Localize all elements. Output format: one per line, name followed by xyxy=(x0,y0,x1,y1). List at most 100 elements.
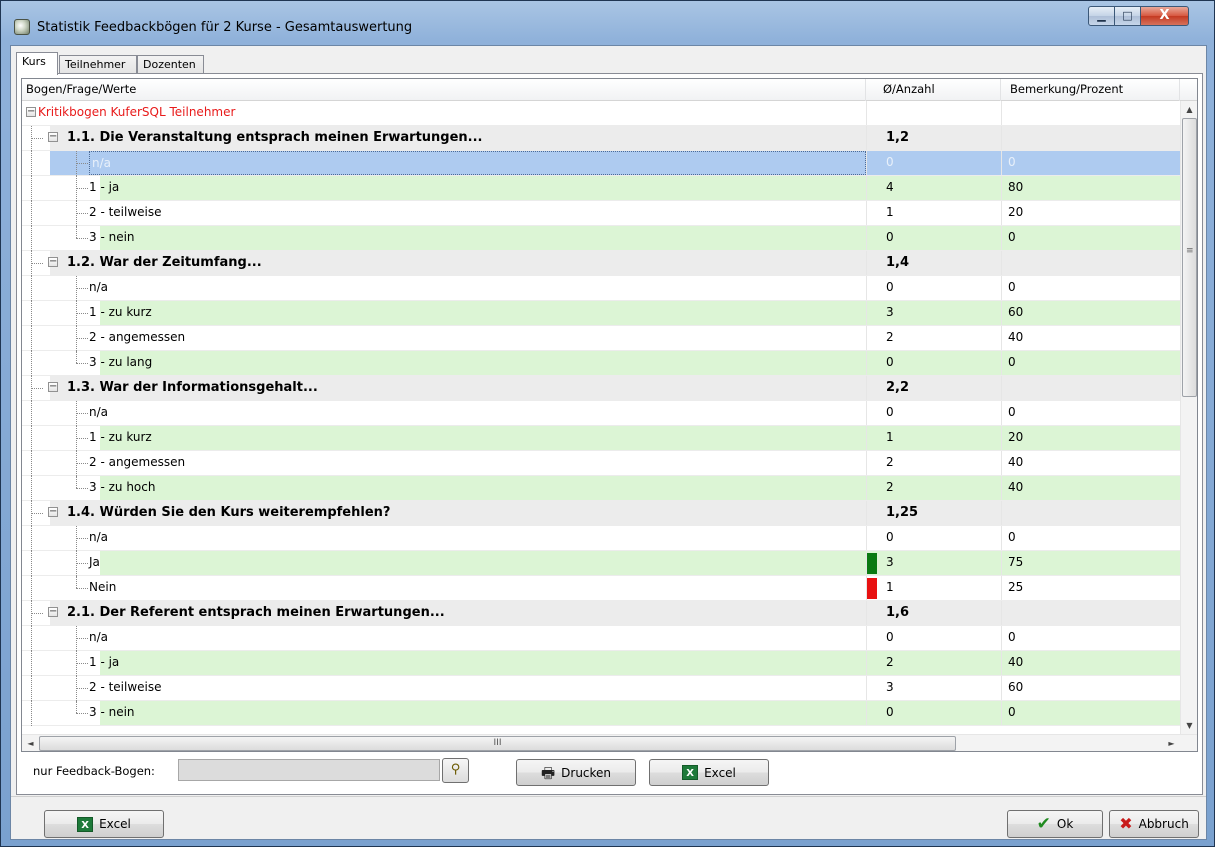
collapse-icon[interactable]: − xyxy=(48,382,58,392)
answer-row[interactable]: n/a 0 0 xyxy=(22,151,1180,176)
tree-root-row[interactable]: − Kritikbogen KuferSQL Teilnehmer xyxy=(22,101,1180,126)
value-text: 0 xyxy=(886,630,894,644)
answer-label: 2 - teilweise xyxy=(89,205,162,219)
collapse-icon[interactable]: − xyxy=(48,132,58,142)
answer-row[interactable]: n/a 0 0 xyxy=(22,276,1180,301)
percent-cell xyxy=(1001,251,1180,275)
value-text: 3 xyxy=(886,555,894,569)
question-row[interactable]: −1.3. War der Informationsgehalt... 2,2 xyxy=(22,376,1180,401)
answer-row[interactable]: 2 - angemessen 2 40 xyxy=(22,326,1180,351)
answer-row[interactable]: n/a 0 0 xyxy=(22,526,1180,551)
answer-row[interactable]: 3 - zu lang 0 0 xyxy=(22,351,1180,376)
answer-row[interactable]: 3 - zu hoch 2 40 xyxy=(22,476,1180,501)
value-cell: 1 xyxy=(866,201,1001,225)
label-cell: Ja xyxy=(22,551,866,576)
label-cell: n/a xyxy=(22,626,866,651)
tree-line xyxy=(76,563,88,564)
ok-button[interactable]: ✔ Ok xyxy=(1007,810,1103,838)
collapse-icon[interactable]: − xyxy=(48,257,58,267)
tree-line xyxy=(31,201,32,226)
tree-line xyxy=(31,151,32,176)
tab-teilnehmer[interactable]: Teilnehmer xyxy=(59,55,137,74)
answer-row[interactable]: n/a 0 0 xyxy=(22,401,1180,426)
close-button[interactable]: X xyxy=(1140,6,1189,26)
collapse-icon[interactable]: − xyxy=(26,107,36,117)
grid-rows: − Kritikbogen KuferSQL Teilnehmer −1.1. … xyxy=(22,101,1180,734)
percent-cell: 20 xyxy=(1001,201,1180,225)
column-header-prozent[interactable]: Bemerkung/Prozent xyxy=(1001,79,1180,101)
tree-line xyxy=(31,176,32,201)
scroll-left-icon[interactable]: ◄ xyxy=(22,735,39,751)
scroll-down-icon[interactable]: ▼ xyxy=(1181,717,1197,734)
answer-label: 1 - ja xyxy=(89,655,120,669)
tree-line xyxy=(31,701,32,726)
label-cell: 2 - angemessen xyxy=(22,326,866,351)
tree-line xyxy=(31,576,32,601)
value-cell: 1 xyxy=(866,426,1001,450)
answer-row[interactable]: 1 - ja 4 80 xyxy=(22,176,1180,201)
horizontal-scrollbar[interactable]: ◄ III ► xyxy=(22,734,1197,751)
vertical-scrollbar[interactable]: ▲ ≡ ▼ xyxy=(1180,101,1197,734)
label-cell: 1 - zu kurz xyxy=(22,301,866,326)
answer-row[interactable]: 2 - teilweise 1 20 xyxy=(22,201,1180,226)
percent-cell: 80 xyxy=(1001,176,1180,200)
tab-dozenten[interactable]: Dozenten xyxy=(137,55,204,74)
minimize-button[interactable]: ▁ xyxy=(1088,6,1115,26)
answer-row[interactable]: 1 - ja 2 40 xyxy=(22,651,1180,676)
column-header-bogen[interactable]: Bogen/Frage/Werte xyxy=(22,79,866,101)
tree-line xyxy=(31,138,43,139)
statistics-tree-grid[interactable]: Bogen/Frage/Werte Ø/Anzahl Bemerkung/Pro… xyxy=(21,78,1198,752)
pick-bogen-button[interactable]: ⚲ xyxy=(442,758,469,783)
answer-row[interactable]: Ja 3 75 xyxy=(22,551,1180,576)
tab-panel-kurs: Bogen/Frage/Werte Ø/Anzahl Bemerkung/Pro… xyxy=(16,73,1203,795)
scroll-up-icon[interactable]: ▲ xyxy=(1181,101,1197,118)
percent-cell: 0 xyxy=(1001,226,1180,250)
question-row[interactable]: −2.1. Der Referent entsprach meinen Erwa… xyxy=(22,601,1180,626)
answer-row[interactable]: 3 - nein 0 0 xyxy=(22,701,1180,726)
value-text: 2,2 xyxy=(886,380,910,395)
percent-cell: 40 xyxy=(1001,476,1180,500)
percent-cell: 0 xyxy=(1001,626,1180,650)
footer-excel-button[interactable]: X Excel xyxy=(44,810,164,838)
title-bar[interactable]: Statistik Feedbackbögen für 2 Kurse - Ge… xyxy=(1,1,1214,43)
tree-line xyxy=(31,651,32,676)
feedback-bogen-field[interactable] xyxy=(178,759,440,781)
answer-label: Ja xyxy=(89,555,100,569)
value-text: 2 xyxy=(886,455,894,469)
value-cell: 1,4 xyxy=(866,251,1001,275)
answer-row[interactable]: 2 - teilweise 3 60 xyxy=(22,676,1180,701)
export-excel-button[interactable]: X Excel xyxy=(649,759,769,786)
horizontal-scroll-thumb[interactable]: III xyxy=(39,736,956,751)
answer-row[interactable]: 1 - zu kurz 1 20 xyxy=(22,426,1180,451)
answer-row[interactable]: 3 - nein 0 0 xyxy=(22,226,1180,251)
tree-line xyxy=(76,463,88,464)
label-cell: 2 - teilweise xyxy=(22,201,866,226)
cancel-button-label: Abbruch xyxy=(1138,817,1189,831)
print-button-label: Drucken xyxy=(561,765,612,780)
vertical-scroll-thumb[interactable]: ≡ xyxy=(1182,118,1197,397)
tab-kurs[interactable]: Kurs xyxy=(16,52,58,75)
column-header-anzahl[interactable]: Ø/Anzahl xyxy=(866,79,1001,101)
percent-cell: 0 xyxy=(1001,351,1180,375)
value-text: 1,6 xyxy=(886,605,910,620)
question-row[interactable]: −1.1. Die Veranstaltung entsprach meinen… xyxy=(22,126,1180,151)
value-text: 2 xyxy=(886,330,894,344)
answer-row[interactable]: Nein 1 25 xyxy=(22,576,1180,601)
print-button[interactable]: 🖶 Drucken xyxy=(516,759,636,786)
maximize-button[interactable]: □ xyxy=(1114,6,1141,26)
tree-line xyxy=(76,363,88,364)
answer-row[interactable]: n/a 0 0 xyxy=(22,626,1180,651)
percent-cell: 40 xyxy=(1001,326,1180,350)
window-title: Statistik Feedbackbögen für 2 Kurse - Ge… xyxy=(37,20,413,35)
collapse-icon[interactable]: − xyxy=(48,507,58,517)
question-row[interactable]: −1.4. Würden Sie den Kurs weiterempfehle… xyxy=(22,501,1180,526)
scroll-right-icon[interactable]: ► xyxy=(1163,735,1180,751)
percent-cell: 0 xyxy=(1001,701,1180,725)
cancel-button[interactable]: ✖ Abbruch xyxy=(1109,810,1199,838)
value-cell: 2 xyxy=(866,651,1001,675)
answer-row[interactable]: 2 - angemessen 2 40 xyxy=(22,451,1180,476)
answer-row[interactable]: 1 - zu kurz 3 60 xyxy=(22,301,1180,326)
answer-label: 3 - nein xyxy=(89,230,135,244)
collapse-icon[interactable]: − xyxy=(48,607,58,617)
question-row[interactable]: −1.2. War der Zeitumfang... 1,4 xyxy=(22,251,1180,276)
